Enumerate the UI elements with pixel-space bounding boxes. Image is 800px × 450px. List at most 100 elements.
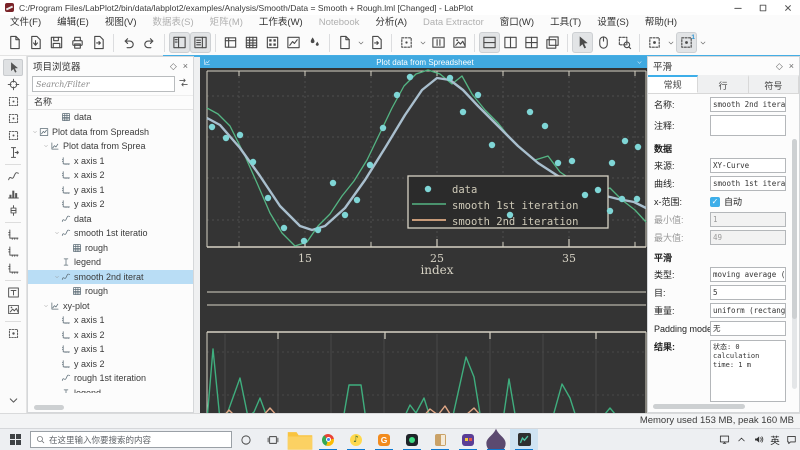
menu-item-5[interactable]: 工作表(W) [251, 15, 311, 30]
properties-vscrollbar[interactable] [792, 139, 797, 389]
comment-field[interactable] [710, 115, 786, 136]
weight-select[interactable]: uniform (rectangular) [710, 303, 786, 318]
add-image-button[interactable] [3, 301, 23, 318]
ws-zoom-y-select-button[interactable] [3, 127, 23, 144]
dock-float-icon[interactable]: ◇ [776, 61, 783, 72]
zoom-dropdown-chevron-icon[interactable] [417, 32, 428, 53]
name-field[interactable]: smooth 2nd iteration [710, 97, 786, 112]
add-text-label-button[interactable] [3, 284, 23, 301]
project-tree-hscrollbar[interactable] [28, 405, 193, 410]
notifications-icon[interactable] [783, 429, 800, 450]
tree-item-xy-plot[interactable]: xy-plot [28, 299, 193, 314]
navigate-mode-button[interactable] [593, 32, 614, 53]
tree-column-header[interactable]: 名称 [28, 95, 193, 110]
cursor-tool-1-chevron-icon[interactable] [665, 32, 676, 53]
tree-item-data[interactable]: data [28, 212, 193, 227]
menu-item-9[interactable]: 窗口(W) [492, 15, 542, 30]
dock-close-icon[interactable]: × [789, 61, 794, 71]
new-spreadsheet-button[interactable] [241, 32, 262, 53]
taskbar-app-notebook-app[interactable] [426, 429, 454, 450]
tree-item-data[interactable]: data [28, 110, 193, 125]
add-histogram-button[interactable] [3, 185, 23, 202]
new-object-dropdown-chevron-icon[interactable] [355, 32, 366, 53]
worksheet-menu-chevron-icon[interactable] [636, 59, 643, 66]
add-xy-curve-button[interactable] [3, 168, 23, 185]
tree-item-x-axis-2[interactable]: x axis 2 [28, 328, 193, 343]
tree-item-x-axis-1[interactable]: x axis 1 [28, 313, 193, 328]
properties-hscrollbar[interactable] [648, 404, 799, 409]
search-input[interactable] [32, 76, 175, 92]
menu-item-12[interactable]: 帮助(H) [637, 15, 685, 30]
tree-item-smooth-1st-iteratio[interactable]: smooth 1st iteratio [28, 226, 193, 241]
ws-zoom-x-select-button[interactable] [3, 110, 23, 127]
volume-icon[interactable] [750, 429, 767, 450]
expander-chevron-icon[interactable] [41, 303, 50, 309]
expander-chevron-icon[interactable] [52, 230, 61, 236]
taskbar-app-labplot[interactable] [510, 429, 538, 450]
minimize-button[interactable] [725, 0, 750, 15]
new-matrix-button[interactable] [262, 32, 283, 53]
vertical-layout-button[interactable] [479, 32, 500, 53]
language-indicator[interactable]: 英 [767, 433, 783, 447]
tree-item-y-axis-2[interactable]: y axis 2 [28, 357, 193, 372]
new-worksheet-button[interactable] [283, 32, 304, 53]
add-boxplot-button[interactable] [3, 202, 23, 219]
taskbar-app-pixel-game[interactable] [454, 429, 482, 450]
menu-item-7[interactable]: 分析(A) [367, 15, 415, 30]
toggle-properties-explorer-button[interactable] [190, 32, 211, 53]
tree-item-y-axis-2[interactable]: y axis 2 [28, 197, 193, 212]
ws-cursor-line-button[interactable] [3, 144, 23, 161]
taskbar-app-gimp[interactable] [482, 429, 510, 450]
grid-layout-button[interactable] [521, 32, 542, 53]
tree-item-rough[interactable]: rough [28, 241, 193, 256]
tree-item-x-axis-1[interactable]: x axis 1 [28, 154, 193, 169]
import-data-button[interactable] [366, 32, 387, 53]
save-project-button[interactable] [46, 32, 67, 53]
taskbar-app-chrome[interactable] [314, 429, 342, 450]
tree-item-y-axis-1[interactable]: y axis 1 [28, 342, 193, 357]
break-layout-button[interactable] [542, 32, 563, 53]
zoom-dropdown-button[interactable] [396, 32, 417, 53]
new-object-dropdown-button[interactable] [334, 32, 355, 53]
source-select[interactable]: XY-Curve [710, 158, 786, 173]
new-notes-button[interactable] [304, 32, 325, 53]
cursor-tool-2-button[interactable]: 1 [676, 32, 697, 53]
add-axis-3-button[interactable] [3, 260, 23, 277]
menu-item-10[interactable]: 工具(T) [542, 15, 589, 30]
filter-options-icon[interactable] [178, 75, 189, 93]
select-mode-button[interactable] [572, 32, 593, 53]
maximize-button[interactable] [750, 0, 775, 15]
tree-item-plot-data-from-spreadsh[interactable]: Plot data from Spreadsh [28, 125, 193, 140]
tab-general[interactable]: 常规 [648, 75, 698, 93]
open-project-button[interactable] [25, 32, 46, 53]
cortana-button[interactable] [232, 429, 259, 450]
display-settings-icon[interactable] [716, 429, 733, 450]
task-view-button[interactable] [259, 429, 286, 450]
type-select[interactable]: moving average (centr [710, 267, 786, 282]
padding-mode-select[interactable]: 无 [710, 321, 786, 336]
taskbar-app-qq-music[interactable]: ♪ [342, 429, 370, 450]
menu-item-0[interactable]: 文件(F) [2, 15, 49, 30]
add-axis-1-button[interactable] [3, 226, 23, 243]
zoom-select-mode-button[interactable] [614, 32, 635, 53]
curve-select[interactable]: smooth 1st iteration [710, 176, 786, 191]
more-tools-button[interactable] [3, 392, 23, 409]
print-button[interactable] [67, 32, 88, 53]
toggle-project-explorer-button[interactable] [169, 32, 190, 53]
add-axis-2-button[interactable] [3, 243, 23, 260]
close-button[interactable] [775, 0, 800, 15]
cursor-tool-1-button[interactable] [644, 32, 665, 53]
expander-chevron-icon[interactable] [30, 129, 39, 135]
taskbar-app-screen-recorder[interactable] [398, 429, 426, 450]
auto-checkbox[interactable]: ✓ [710, 197, 720, 207]
fit-to-page-button[interactable] [449, 32, 470, 53]
tree-item-plot-data-from-sprea[interactable]: Plot data from Sprea [28, 139, 193, 154]
expander-chevron-icon[interactable] [41, 143, 50, 149]
tree-item-legend[interactable]: legend [28, 255, 193, 270]
taskbar-app-game-center[interactable]: G [370, 429, 398, 450]
ws-crosshair-mode-button[interactable] [3, 76, 23, 93]
menu-item-11[interactable]: 设置(S) [589, 15, 637, 30]
print-preview-button[interactable] [88, 32, 109, 53]
expander-chevron-icon[interactable] [52, 274, 61, 280]
tree-item-x-axis-2[interactable]: x axis 2 [28, 168, 193, 183]
